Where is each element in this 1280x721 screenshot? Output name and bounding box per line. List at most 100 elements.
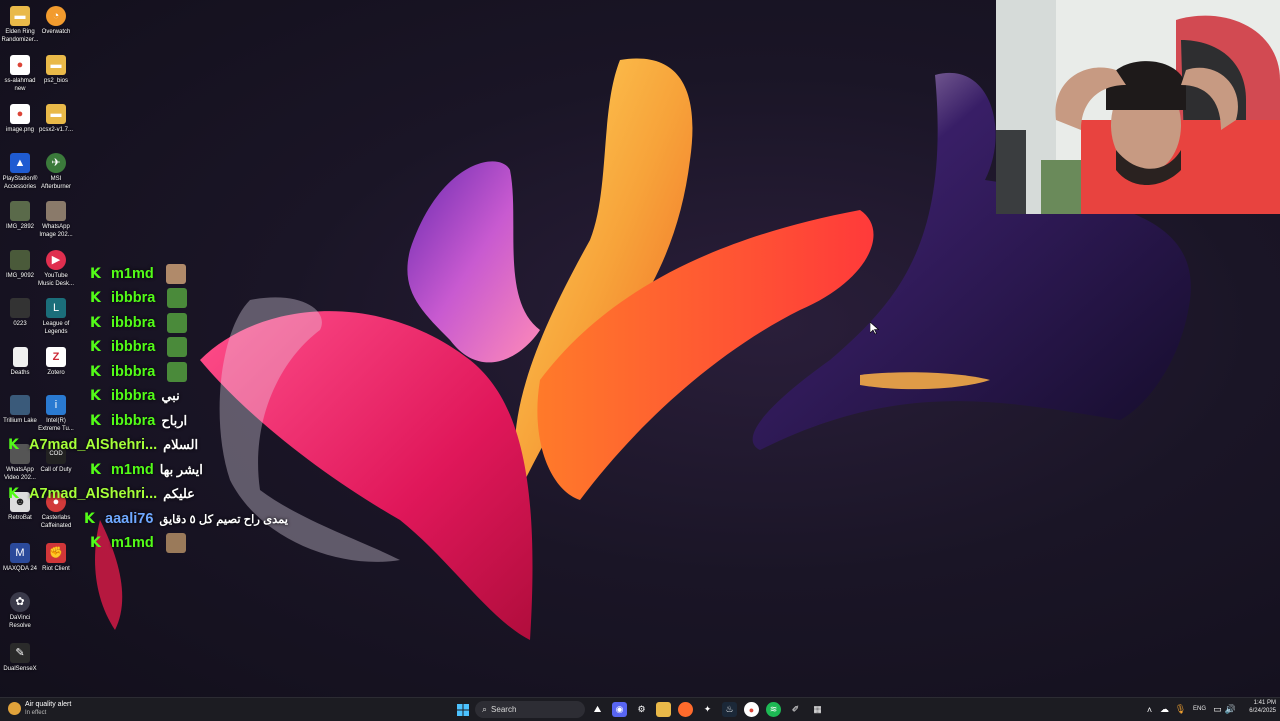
taskbar-app-controller[interactable]: ✦ <box>700 702 715 717</box>
desktop-icon-whatsapp-image[interactable]: WhatsApp Image 202... <box>36 201 76 239</box>
desktop-icon-zotero[interactable]: Z Zotero <box>36 347 76 377</box>
chat-text: ارباح <box>161 413 188 428</box>
kick-badge-icon: K <box>90 412 101 429</box>
weather-alert-subtitle: In effect <box>25 710 47 716</box>
chat-username: ibbbra <box>111 315 156 331</box>
search-placeholder: Search <box>491 705 517 714</box>
cloud-icon: ☁ <box>1160 704 1169 714</box>
clock-date: 6/24/2025 <box>1249 708 1276 714</box>
chat-username: ibbbra <box>111 364 156 380</box>
playstation-icon: ▲ <box>10 153 30 173</box>
chat-username: A7mad_AlShehri... <box>29 437 158 453</box>
kick-badge-icon: K <box>8 485 19 502</box>
taskbar-app-notes[interactable]: ✐ <box>788 702 803 717</box>
desktop-icon-riot-client[interactable]: ✊ Riot Client <box>36 543 76 573</box>
discord-icon: ◉ <box>615 704 624 714</box>
clock-time: 1:41 PM <box>1253 700 1276 706</box>
youtube-music-icon: ▶ <box>46 250 66 270</box>
webcam-feed <box>996 0 1280 214</box>
desktop-icon-msi-afterburner[interactable]: ✈ MSI Afterburner <box>36 153 76 191</box>
taskbar-app-spotify[interactable]: ≋ <box>766 702 781 717</box>
image-icon <box>10 201 30 221</box>
desktop-icon-image-png[interactable]: ● image.png <box>0 104 40 134</box>
taskbar-app-settings[interactable]: ⚙ <box>634 702 649 717</box>
chat-message: K m1md <box>90 264 186 284</box>
tray-mic[interactable]: 🎙 <box>1173 702 1188 717</box>
taskbar-app-discord[interactable]: ◉ <box>612 702 627 717</box>
windows-icon <box>456 703 469 716</box>
chat-username: m1md <box>111 462 154 478</box>
desktop-icon-overwatch[interactable]: ◔ Overwatch <box>36 6 76 36</box>
chat-emote-icon <box>167 362 188 382</box>
taskbar-app-chrome[interactable]: ● <box>744 702 759 717</box>
desktop-icon-ss-alahmad-new[interactable]: ● ss-alahmad new <box>0 55 40 93</box>
gamepad-icon: ✦ <box>703 704 712 714</box>
desktop-icon-img-2892[interactable]: IMG_2892 <box>0 201 40 231</box>
search-icon: ⌕ <box>482 704 488 714</box>
msi-icon: ✈ <box>46 153 66 173</box>
chat-message: K ibbbra <box>90 313 188 333</box>
taskbar-search-input[interactable]: ⌕ Search <box>475 701 585 718</box>
desktop-icon-elden-ring-randomizer[interactable]: ▬ Elden Ring Randomizer... <box>0 6 40 44</box>
kick-badge-icon: K <box>90 338 101 355</box>
kick-badge-icon: K <box>90 387 101 404</box>
chat-message: K ibbbra <box>90 362 188 382</box>
calculator-icon: ▦ <box>813 704 822 714</box>
desktop-icon-davinci-resolve[interactable]: ✿ DaVinci Resolve <box>0 592 40 630</box>
document-icon <box>12 347 28 367</box>
desktop-icon-deaths[interactable]: Deaths <box>0 347 40 377</box>
chat-username: ibbbra <box>111 339 156 355</box>
chat-message: K ibbbra نبي <box>90 386 180 406</box>
volume-icon: 🔊 <box>1224 704 1237 714</box>
weather-widget[interactable]: Air quality alert In effect <box>8 700 98 719</box>
chat-message: K A7mad_AlShehri... السلام <box>8 435 198 455</box>
tray-onedrive[interactable]: ☁ <box>1157 702 1172 717</box>
network-icon: ▭ <box>1213 704 1222 714</box>
taskbar: Air quality alert In effect ⌕ Search ⛰ ◉… <box>0 697 1280 721</box>
desktop-icon-intel-xtu[interactable]: i Intel(R) Extreme Tu... <box>36 395 76 433</box>
kick-badge-icon: K <box>90 289 101 306</box>
desktop-icon-ps2-bios[interactable]: ▬ ps2_bios <box>36 55 76 85</box>
start-button[interactable] <box>455 702 470 717</box>
taskbar-app-task-view[interactable]: ⛰ <box>590 702 605 717</box>
desktop-icon-trillium-lake[interactable]: Trillium Lake <box>0 395 40 425</box>
chat-emote-icon <box>167 337 188 357</box>
kick-badge-icon: K <box>90 363 101 380</box>
davinci-icon: ✿ <box>10 592 30 612</box>
dualsense-icon: ✎ <box>10 643 30 663</box>
image-icon <box>46 201 66 221</box>
kick-badge-icon: K <box>8 436 19 453</box>
chat-username: ibbbra <box>111 290 156 306</box>
desktop-icon-maxqda[interactable]: M MAXQDA 24 <box>0 543 40 573</box>
desktop-icon-dualsensex[interactable]: ✎ DualSenseX <box>0 643 40 673</box>
spotify-icon: ≋ <box>769 704 778 714</box>
chat-message: K ibbbra ارباح <box>90 411 187 431</box>
tray-volume[interactable]: 🔊 <box>1223 702 1238 717</box>
desktop-icon-playstation-accessories[interactable]: ▲ PlayStation® Accessories <box>0 153 40 191</box>
tray-overflow-button[interactable]: ˄ <box>1142 702 1157 717</box>
chrome-icon: ● <box>748 704 755 715</box>
taskbar-clock[interactable]: 1:41 PM 6/24/2025 <box>1242 700 1276 714</box>
taskbar-app-file-explorer[interactable] <box>656 702 671 717</box>
mouse-cursor-icon <box>870 322 879 335</box>
taskbar-app-firefox[interactable] <box>678 702 693 717</box>
taskbar-app-calculator[interactable]: ▦ <box>810 702 825 717</box>
desktop-icon-league-of-legends[interactable]: L League of Legends <box>36 298 76 336</box>
chat-username: ibbbra <box>111 413 156 429</box>
desktop-icon-0223[interactable]: 0223 <box>0 298 40 328</box>
chat-message: K aaali76 يمدى راح تصيم كل ٥ دقايق <box>84 509 288 529</box>
desktop-icon-img-9092[interactable]: IMG_9092 <box>0 250 40 280</box>
desktop-icon-pcsx2[interactable]: ▬ pcsx2-v1.7... <box>36 104 76 134</box>
chrome-icon: ● <box>10 104 30 124</box>
desktop-icon-youtube-music[interactable]: ▶ YouTube Music Desk... <box>36 250 76 288</box>
chat-username: m1md <box>111 266 154 282</box>
chat-username: ibbbra <box>111 388 156 404</box>
chat-text: يمدى راح تصيم كل ٥ دقايق <box>159 514 289 526</box>
taskbar-app-steam[interactable]: ♨ <box>722 702 737 717</box>
kick-badge-icon: K <box>84 510 95 527</box>
folder-icon: ▬ <box>46 55 66 75</box>
kick-badge-icon: K <box>90 461 101 478</box>
language-indicator[interactable]: ENG <box>1193 706 1206 712</box>
league-icon: L <box>46 298 66 318</box>
chat-message: K A7mad_AlShehri... عليكم <box>8 484 195 504</box>
